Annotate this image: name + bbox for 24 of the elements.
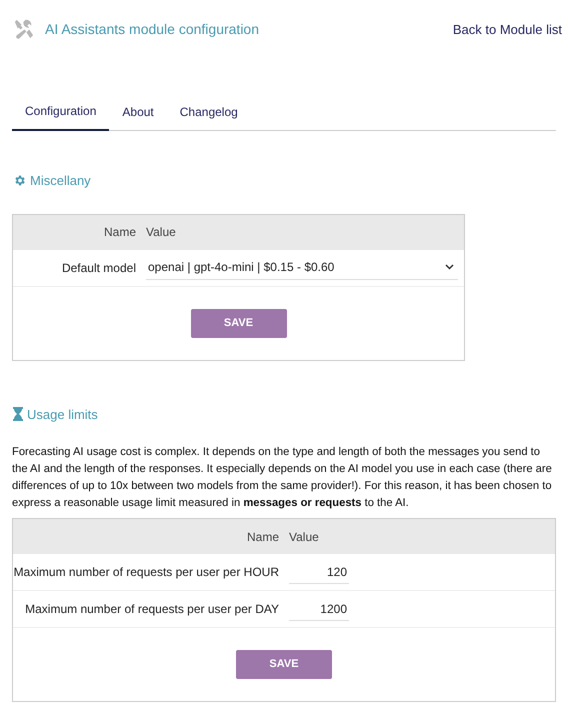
chevron-down-icon: [445, 264, 454, 270]
tab[interactable]: Configuration: [12, 93, 110, 131]
model-select[interactable]: openai | gpt-4o-mini | $0.15 - $0.60: [146, 255, 458, 280]
save-button[interactable]: SAVE: [190, 308, 286, 338]
number-field[interactable]: 1200: [289, 598, 349, 620]
gear-icon: [13, 174, 26, 188]
column-header: Name: [102, 224, 137, 241]
back-link[interactable]: Back to Module list: [452, 20, 562, 40]
number-field[interactable]: 120: [289, 560, 349, 584]
page-title: AI Assistants module configuration: [45, 20, 260, 39]
setting-name: Maximum number of requests per user per DAY: [24, 601, 280, 618]
setting-name: Default model: [60, 260, 137, 276]
section-title: Usage limits: [27, 406, 98, 424]
section-title: Miscellany: [30, 172, 91, 190]
setting-name: Maximum number of requests per user per HOUR: [13, 564, 280, 581]
hourglass-icon: [13, 407, 23, 422]
description: Forecasting AI usage cost is complex. It depends on the type and length of both the messages you send to the AI and the length of the responses. It especially depends on the AI model you use in each case (there are differences of up to 10x between two models from the same provider!). For this reason, it has been chosen to express a reasonable usage limit measured in messages or requests to the AI.: [12, 445, 553, 511]
tab[interactable]: About: [109, 93, 167, 130]
column-header: Value: [146, 224, 176, 241]
tab[interactable]: Changelog: [166, 93, 251, 130]
save-button[interactable]: SAVE: [236, 650, 332, 679]
column-header: Name: [246, 528, 280, 546]
tools-icon: [12, 18, 35, 41]
column-header: Value: [289, 528, 319, 546]
